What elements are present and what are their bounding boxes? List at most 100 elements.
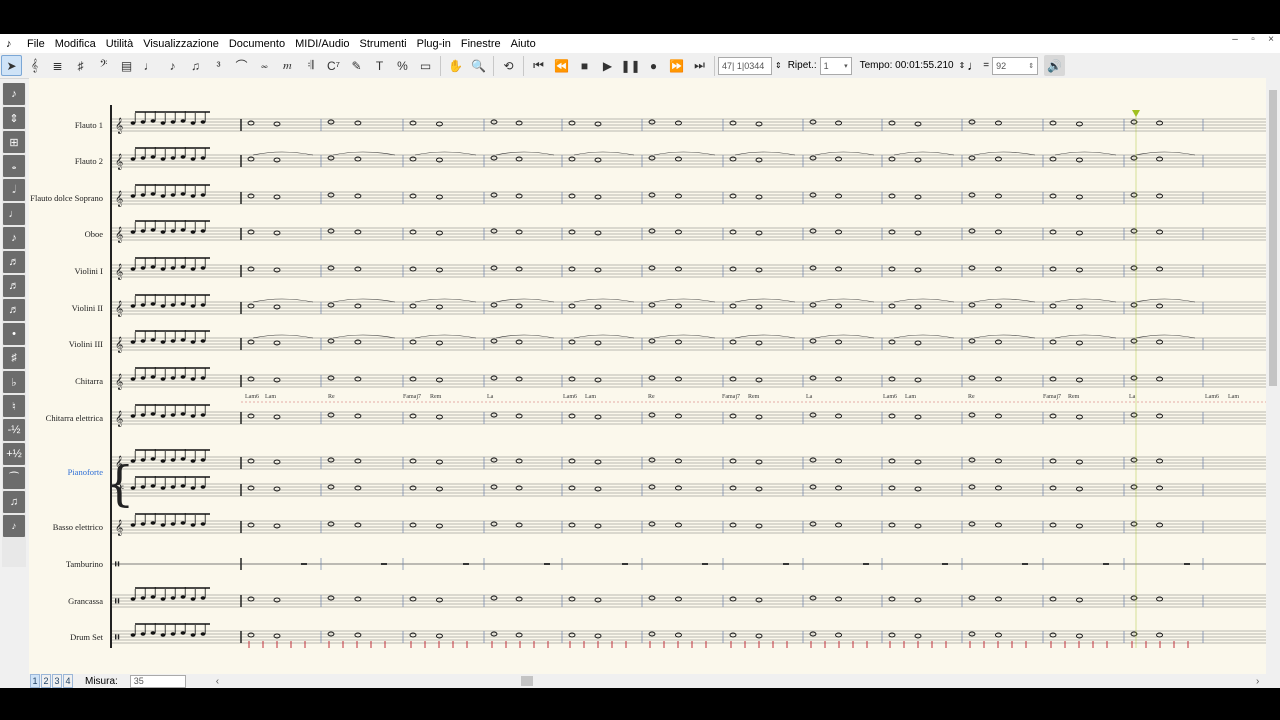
key-signature-button[interactable]: ♯ <box>70 55 91 76</box>
flat-button[interactable]: ♭ <box>3 371 25 393</box>
tie-slur <box>814 334 875 339</box>
whole-note-button[interactable]: 𝅝 <box>3 155 25 177</box>
quarter-note-button[interactable]: ♩ <box>3 203 25 225</box>
fast-forward-button[interactable]: ⏩ <box>666 55 687 76</box>
note-head <box>140 413 146 417</box>
beam-tool-button[interactable]: ⇕ <box>3 107 25 129</box>
note-head <box>200 229 206 233</box>
selection-tool-button[interactable]: ➤ <box>1 55 22 76</box>
menu-documento[interactable]: Documento <box>224 38 290 50</box>
close-button[interactable]: × <box>1262 34 1280 45</box>
note-head <box>273 304 281 310</box>
rewind-start-button[interactable]: ⏮ <box>528 55 549 76</box>
half-step-up-button[interactable]: +½ <box>3 443 25 465</box>
bpm-input[interactable]: 92 ⇕ <box>992 56 1039 75</box>
treble-tool-button[interactable]: 𝄞 <box>24 55 45 76</box>
note-head <box>755 230 763 236</box>
note-head <box>190 157 196 161</box>
staff-tool-button[interactable]: ≣ <box>47 55 68 76</box>
scroll-right-icon[interactable]: › <box>1256 676 1259 687</box>
sixty-fourth-note-button[interactable]: ♬ <box>3 299 25 321</box>
chord-symbol: Famaj7 <box>1043 394 1061 400</box>
page-button-3[interactable]: 3 <box>52 674 62 688</box>
note-head <box>594 414 602 420</box>
measure-rest-button[interactable]: ⊞ <box>3 131 25 153</box>
note-head <box>170 266 176 270</box>
menu-midi-audio[interactable]: MIDI/Audio <box>290 38 354 50</box>
sixty-fourth-note-icon: ♬ <box>8 304 20 316</box>
menu-aiuto[interactable]: Aiuto <box>506 38 541 50</box>
tuplet-tool-button[interactable]: ³ <box>208 55 229 76</box>
record-icon: ● <box>649 58 658 73</box>
hand-tool-button[interactable]: ✋ <box>445 55 466 76</box>
restore-button[interactable]: ▫ <box>1244 34 1262 45</box>
forward-end-button[interactable]: ⏭ <box>689 55 710 76</box>
scrollbar-thumb[interactable] <box>1269 90 1277 386</box>
note-head <box>190 267 196 271</box>
thirty-second-note-button[interactable]: ♬ <box>3 275 25 297</box>
horizontal-scrollbar[interactable] <box>220 676 1250 686</box>
stop-button[interactable]: ■ <box>574 55 595 76</box>
page-button-4[interactable]: 4 <box>63 674 73 688</box>
lyrics-tool-button[interactable]: ✎ <box>346 55 367 76</box>
page-button-1[interactable]: 1 <box>30 674 40 688</box>
page-button-2[interactable]: 2 <box>41 674 51 688</box>
counter-stepper[interactable]: ⇕ <box>775 61 782 70</box>
tuplet-button[interactable]: ♫ <box>3 491 25 513</box>
note-head <box>150 228 156 232</box>
note-head <box>140 120 146 124</box>
repeat-tool-button[interactable]: 𝄇 <box>300 55 321 76</box>
grace-note-button[interactable]: 𝆔 <box>3 515 25 537</box>
note-head <box>515 413 523 419</box>
rewind-button[interactable]: ⏪ <box>551 55 572 76</box>
menu-utilita[interactable]: Utilità <box>101 38 139 50</box>
sixteenth-note-button[interactable]: ♬ <box>3 251 25 273</box>
tempo-stepper[interactable]: ⇕ <box>959 61 966 70</box>
text-tool-button[interactable]: T <box>369 55 390 76</box>
note-head <box>436 157 443 163</box>
scroll-left-icon[interactable]: ‹ <box>216 676 219 687</box>
play-button[interactable]: ▶ <box>597 55 618 76</box>
metronome-button[interactable]: 🔊 <box>1044 55 1066 76</box>
menu-visualizzazione[interactable]: Visualizzazione <box>138 38 224 50</box>
resize-tool-button[interactable]: % <box>392 55 413 76</box>
menu-finestre[interactable]: Finestre <box>456 38 506 50</box>
menu-file[interactable]: File <box>22 38 50 50</box>
half-step-down-button[interactable]: -½ <box>3 419 25 441</box>
record-button[interactable]: ● <box>643 55 664 76</box>
score-view[interactable]: 𝄞 𝄞 𝄞 𝄞 𝄞 𝄞 𝄞 𝄞 𝄞 𝄞 𝄢 𝄞 𝄥 𝄥 𝄥{Flauto 1 Flauto 2 Flauto d… <box>29 78 1266 674</box>
note-head <box>273 157 281 163</box>
measure-tool-button[interactable]: ▤ <box>116 55 137 76</box>
score-canvas[interactable]: 𝄞𝄞𝄞𝄞𝄞𝄞𝄞𝄞𝄞𝄞𝄢𝄞𝄥𝄥𝄥{Flauto 1Flauto 2Flauto d… <box>29 78 1266 674</box>
loop-button[interactable]: ⟲ <box>498 55 519 76</box>
slur-tool-button[interactable]: ⌒ <box>231 55 252 76</box>
minimize-button[interactable]: ‒ <box>1226 34 1244 45</box>
horizontal-scrollbar-thumb[interactable] <box>521 676 533 686</box>
repeat-select[interactable]: 1 ▾ <box>819 56 852 75</box>
dot-button[interactable]: • <box>3 323 25 345</box>
note-head <box>273 414 281 420</box>
note-head <box>755 267 763 273</box>
menu-plugin[interactable]: Plug-in <box>412 38 456 50</box>
tie-button[interactable]: ⁀ <box>3 467 25 489</box>
measure-input[interactable]: 35 <box>129 674 186 688</box>
flag-tool-button[interactable]: ♪ <box>3 83 25 105</box>
note-head <box>995 596 1002 602</box>
bass-tool-button[interactable]: 𝄢 <box>93 55 114 76</box>
ornament-tool-button[interactable]: 𝆗 <box>254 55 275 76</box>
natural-button[interactable]: ♮ <box>3 395 25 417</box>
dynamics-tool-button[interactable]: 𝆐 <box>277 55 298 76</box>
menu-strumenti[interactable]: Strumenti <box>355 38 412 50</box>
eighth-note-button[interactable]: ♪ <box>3 227 25 249</box>
eighth-tool-button[interactable]: ♪ <box>162 55 183 76</box>
zoom-tool-button[interactable]: 🔍 <box>468 55 489 76</box>
page-tool-button[interactable]: ▭ <box>415 55 436 76</box>
chord-tool-button[interactable]: ♫ <box>185 55 206 76</box>
vertical-scrollbar[interactable] <box>1266 78 1280 674</box>
chord-symbol-button[interactable]: C⁷ <box>323 55 344 76</box>
pause-button[interactable]: ❚❚ <box>620 55 641 76</box>
note-tool-button[interactable]: ♩ <box>139 55 160 76</box>
menu-modifica[interactable]: Modifica <box>50 38 101 50</box>
half-note-button[interactable]: 𝅗𝅥 <box>3 179 25 201</box>
sharp-button[interactable]: ♯ <box>3 347 25 369</box>
